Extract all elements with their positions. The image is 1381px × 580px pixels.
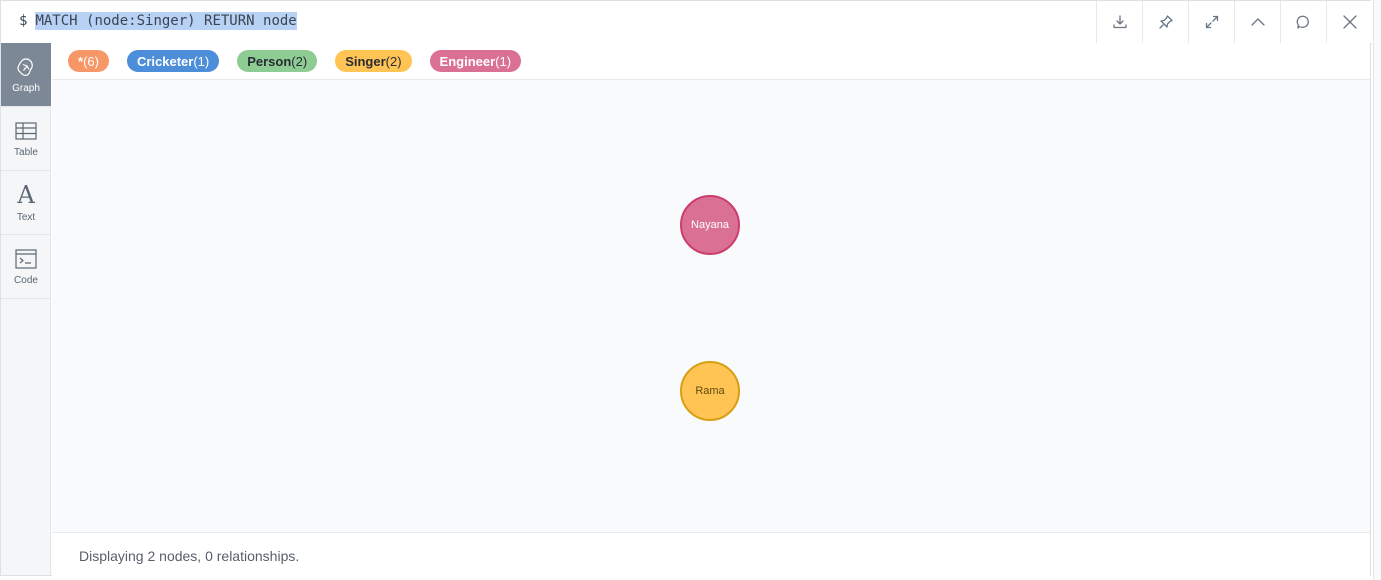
close-icon xyxy=(1342,15,1357,29)
scrollbar[interactable] xyxy=(1373,0,1381,580)
label-pill-person[interactable]: Person (2) xyxy=(237,50,318,72)
graph-node[interactable]: Rama xyxy=(680,361,740,421)
query-text[interactable]: MATCH (node:Singer) RETURN node xyxy=(35,12,297,30)
table-icon xyxy=(15,121,37,140)
view-tab-label: Graph xyxy=(12,82,40,94)
graph-icon xyxy=(17,57,33,76)
view-tab-label: Text xyxy=(16,211,36,223)
label-pill-cricketer[interactable]: Cricketer (1) xyxy=(126,50,220,72)
label-name: Engineer xyxy=(439,53,496,69)
expand-icon xyxy=(1205,15,1218,29)
label-name: Cricketer xyxy=(136,53,194,69)
status-bar: Displaying 2 nodes, 0 relationships. xyxy=(52,532,1370,576)
label-count: (1) xyxy=(193,53,210,69)
text-icon: A xyxy=(17,180,35,209)
label-count: (6) xyxy=(83,53,99,69)
download-button[interactable] xyxy=(1096,1,1142,43)
refresh-icon xyxy=(1296,15,1309,29)
collapse-button[interactable] xyxy=(1234,1,1280,43)
view-tab-label: Table xyxy=(14,146,38,158)
view-tab-text[interactable]: A Text xyxy=(1,171,51,235)
view-tab-table[interactable]: Table xyxy=(1,107,51,171)
node-caption: Nayana xyxy=(691,219,729,231)
label-pill-singer[interactable]: Singer (2) xyxy=(335,50,412,72)
close-button[interactable] xyxy=(1326,1,1372,43)
label-name: Person xyxy=(247,53,292,69)
graph-canvas[interactable]: Nayana Rama xyxy=(52,80,1370,532)
rerun-button[interactable] xyxy=(1280,1,1326,43)
label-count: (1) xyxy=(495,53,512,69)
download-icon xyxy=(1112,15,1127,29)
label-count: (2) xyxy=(291,53,308,69)
collapse-icon xyxy=(1250,18,1265,26)
label-count: (2) xyxy=(385,53,402,69)
code-icon xyxy=(15,248,37,269)
frame-toolbar xyxy=(1096,1,1372,43)
fullscreen-button[interactable] xyxy=(1188,1,1234,43)
node-caption: Rama xyxy=(695,385,725,397)
view-tab-label: Code xyxy=(14,274,38,286)
label-name: Singer xyxy=(345,53,386,69)
command-bar: $ MATCH (node:Singer) RETURN node xyxy=(1,1,1372,44)
label-pills: * (6) Cricketer (1) Person (2) Singer (2) En… xyxy=(68,50,539,72)
pin-button[interactable] xyxy=(1142,1,1188,43)
label-pill-all[interactable]: * (6) xyxy=(68,50,109,72)
view-tab-code[interactable]: Code xyxy=(1,235,51,299)
pin-icon xyxy=(1158,15,1173,29)
command-text[interactable]: $ MATCH (node:Singer) RETURN node xyxy=(19,12,297,30)
label-pill-engineer[interactable]: Engineer (1) xyxy=(429,50,522,72)
label-legend: * (6) Cricketer (1) Person (2) Singer (2) En… xyxy=(52,43,1370,80)
graph-node[interactable]: Nayana xyxy=(680,195,740,255)
status-text: Displaying 2 nodes, 0 relationships. xyxy=(79,548,300,564)
command-prompt: $ xyxy=(19,13,28,29)
view-tab-graph[interactable]: Graph xyxy=(1,43,51,107)
view-switcher: Graph Table A Text Code xyxy=(1,43,51,575)
